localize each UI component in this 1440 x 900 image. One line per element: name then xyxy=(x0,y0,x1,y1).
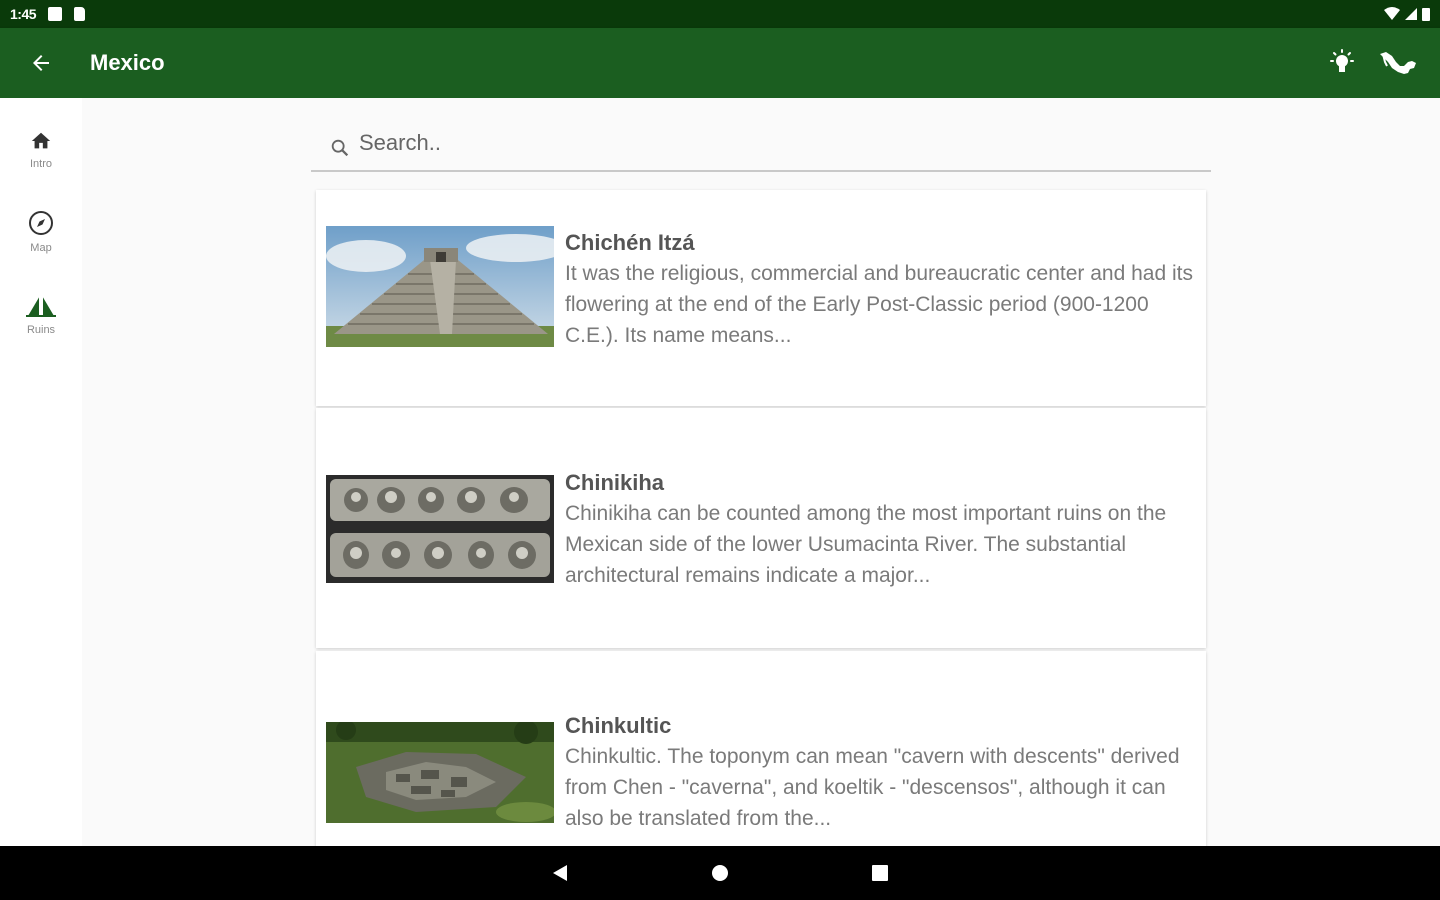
recents-square-icon xyxy=(872,865,888,881)
chichen-itza-image xyxy=(326,226,554,347)
ruin-description: Chinkultic. The toponym can mean "cavern… xyxy=(565,745,1180,830)
ruin-name: Chinkultic xyxy=(565,713,672,738)
ruin-name: Chichén Itzá xyxy=(565,230,695,255)
chinkultic-image xyxy=(326,722,554,823)
search-icon xyxy=(331,139,349,157)
rail-label-ruins: Ruins xyxy=(26,324,56,336)
status-bar: 1:45 xyxy=(0,0,1440,28)
mexico-map-icon xyxy=(1380,52,1416,74)
status-time: 1:45 xyxy=(10,6,37,22)
nav-recents-button[interactable] xyxy=(860,853,900,893)
home-circle-icon xyxy=(712,865,728,881)
navigation-rail: Intro Map Ruins xyxy=(0,98,82,846)
rail-item-map[interactable]: Map xyxy=(0,192,82,272)
home-icon xyxy=(31,132,51,149)
nav-back-button[interactable] xyxy=(540,853,580,893)
nav-home-button[interactable] xyxy=(700,853,740,893)
sd-card-icon xyxy=(74,7,86,21)
main-content: Chichén Itzá It was the religious, comme… xyxy=(82,98,1440,846)
signal-icon xyxy=(1405,8,1417,20)
compass-icon xyxy=(29,211,53,235)
lightbulb-button[interactable] xyxy=(1314,35,1370,91)
rail-label-intro: Intro xyxy=(29,158,52,170)
ruin-description: It was the religious, commercial and bur… xyxy=(565,262,1193,347)
page-title: Mexico xyxy=(90,50,165,75)
list-item[interactable]: Chinikiha Chinikiha can be counted among… xyxy=(316,408,1206,648)
mexico-map-button[interactable] xyxy=(1370,35,1426,91)
lightbulb-icon xyxy=(1330,49,1354,72)
pyramid-icon xyxy=(26,294,56,317)
search-input[interactable] xyxy=(359,130,1179,156)
list-item[interactable]: Chichén Itzá It was the religious, comme… xyxy=(316,190,1206,406)
notification-icon xyxy=(48,7,63,21)
arrow-back-icon xyxy=(33,55,49,71)
battery-icon xyxy=(1422,8,1430,21)
back-button[interactable] xyxy=(13,35,69,91)
rail-item-ruins[interactable]: Ruins xyxy=(0,274,82,354)
chinikiha-image xyxy=(326,475,554,583)
app-bar: Mexico xyxy=(0,28,1440,98)
search-bar xyxy=(311,116,1211,172)
wifi-icon xyxy=(1384,7,1400,20)
list-item[interactable]: Chinkultic Chinkultic. The toponym can m… xyxy=(316,651,1206,846)
back-triangle-icon xyxy=(553,865,567,881)
system-nav-bar xyxy=(0,846,1440,900)
ruin-name: Chinikiha xyxy=(565,470,665,495)
rail-item-intro[interactable]: Intro xyxy=(0,110,82,190)
rail-label-map: Map xyxy=(30,242,52,254)
ruin-description: Chinikiha can be counted among the most … xyxy=(565,502,1167,587)
